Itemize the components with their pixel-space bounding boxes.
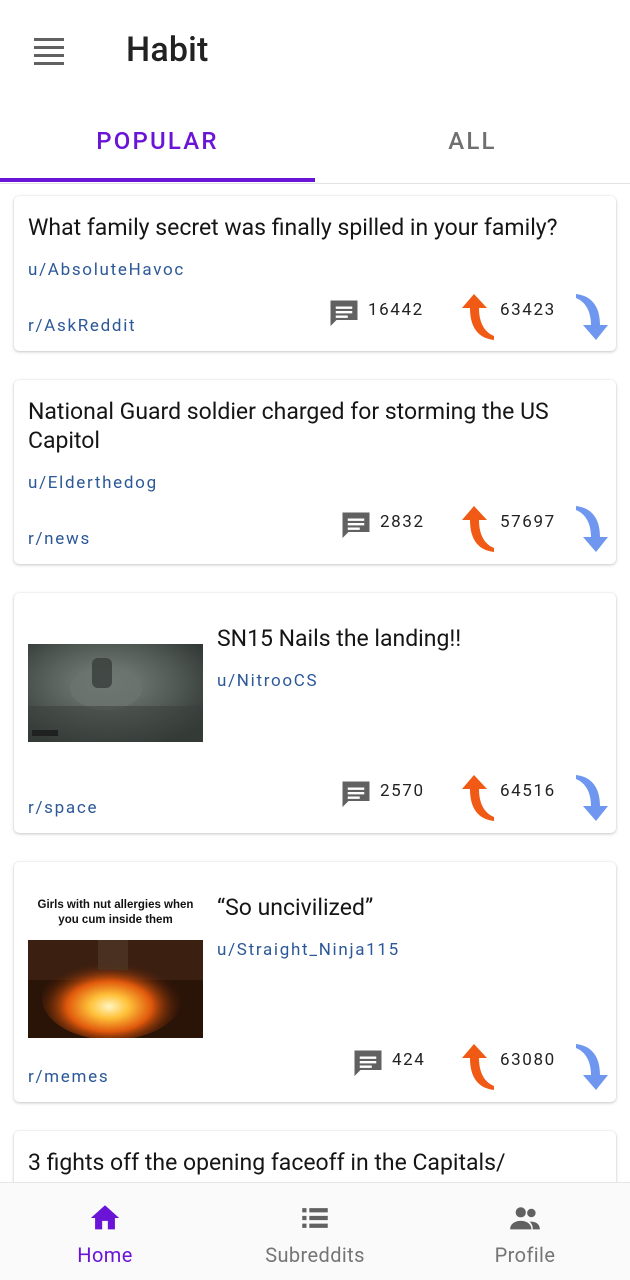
- post-author[interactable]: u/NitrooCS: [217, 671, 318, 691]
- post-subreddit[interactable]: r/news: [28, 529, 91, 549]
- home-icon: [90, 1205, 120, 1230]
- downvote-icon[interactable]: [572, 775, 612, 821]
- post-subreddit[interactable]: r/AskReddit: [28, 316, 136, 336]
- post-card[interactable]: SN15 Nails the landing!! u/NitrooCS r/sp…: [14, 593, 616, 833]
- app-title: Habit: [126, 30, 209, 70]
- post-subreddit[interactable]: r/space: [28, 798, 98, 818]
- post-title[interactable]: National Guard soldier charged for storm…: [28, 397, 603, 455]
- comment-count: 2832: [380, 512, 425, 532]
- tab-indicator: [0, 178, 315, 182]
- post-title[interactable]: 3 fights off the opening faceoff in the …: [28, 1148, 608, 1177]
- downvote-icon[interactable]: [572, 294, 612, 340]
- upvote-icon[interactable]: [458, 506, 498, 552]
- comment-count: 2570: [380, 781, 425, 801]
- post-stats: 2832 57697: [336, 506, 616, 552]
- upvote-icon[interactable]: [458, 294, 498, 340]
- meme-image: [28, 940, 203, 1038]
- comment-icon[interactable]: [338, 508, 374, 544]
- post-card[interactable]: 3 fights off the opening faceoff in the …: [14, 1131, 616, 1182]
- rocket-landing-image: [28, 644, 203, 742]
- post-title[interactable]: What family secret was finally spilled i…: [28, 213, 608, 242]
- nav-profile[interactable]: Profile: [420, 1183, 630, 1280]
- post-stats: 424 63080: [348, 1044, 616, 1090]
- upvote-icon[interactable]: [458, 1044, 498, 1090]
- downvote-icon[interactable]: [572, 506, 612, 552]
- nav-home[interactable]: Home: [0, 1183, 210, 1280]
- comment-icon[interactable]: [338, 777, 374, 813]
- tab-popular[interactable]: POPULAR: [0, 100, 315, 182]
- list-icon: [302, 1208, 328, 1228]
- score-count: 57697: [500, 512, 556, 532]
- post-thumbnail[interactable]: Girls with nut allergies when you cum in…: [28, 886, 203, 1038]
- people-icon: [510, 1207, 540, 1230]
- tab-all[interactable]: ALL: [315, 100, 630, 182]
- score-count: 63080: [500, 1050, 556, 1070]
- comment-count: 424: [392, 1050, 426, 1070]
- meme-caption: Girls with nut allergies when you cum in…: [28, 886, 203, 940]
- comment-icon[interactable]: [350, 1046, 386, 1082]
- comment-count: 16442: [368, 300, 424, 320]
- post-stats: 16442 63423: [324, 294, 616, 340]
- post-author[interactable]: u/AbsoluteHavoc: [28, 260, 185, 280]
- nav-subreddits[interactable]: Subreddits: [210, 1183, 420, 1280]
- post-thumbnail[interactable]: [28, 644, 203, 742]
- post-card[interactable]: Girls with nut allergies when you cum in…: [14, 862, 616, 1102]
- nav-profile-label: Profile: [494, 1243, 556, 1267]
- post-title[interactable]: “So uncivilized”: [217, 893, 597, 922]
- score-count: 64516: [500, 781, 556, 801]
- post-card[interactable]: National Guard soldier charged for storm…: [14, 380, 616, 564]
- post-title[interactable]: SN15 Nails the landing!!: [217, 624, 597, 653]
- comment-icon[interactable]: [326, 296, 362, 332]
- post-stats: 2570 64516: [336, 775, 616, 821]
- post-author[interactable]: u/Straight_Ninja115: [217, 940, 400, 960]
- score-count: 63423: [500, 300, 556, 320]
- menu-icon[interactable]: [30, 33, 68, 69]
- downvote-icon[interactable]: [572, 1044, 612, 1090]
- bottom-navigation: Home Subreddits Profile: [0, 1182, 630, 1280]
- post-card[interactable]: What family secret was finally spilled i…: [14, 196, 616, 351]
- upvote-icon[interactable]: [458, 775, 498, 821]
- post-feed[interactable]: What family secret was finally spilled i…: [0, 184, 630, 1182]
- tab-bar: POPULAR ALL: [0, 100, 630, 184]
- post-author[interactable]: u/Elderthedog: [28, 473, 158, 493]
- post-subreddit[interactable]: r/memes: [28, 1067, 109, 1087]
- nav-subreddits-label: Subreddits: [265, 1243, 365, 1267]
- nav-home-label: Home: [77, 1243, 133, 1267]
- app-bar: Habit: [0, 0, 630, 100]
